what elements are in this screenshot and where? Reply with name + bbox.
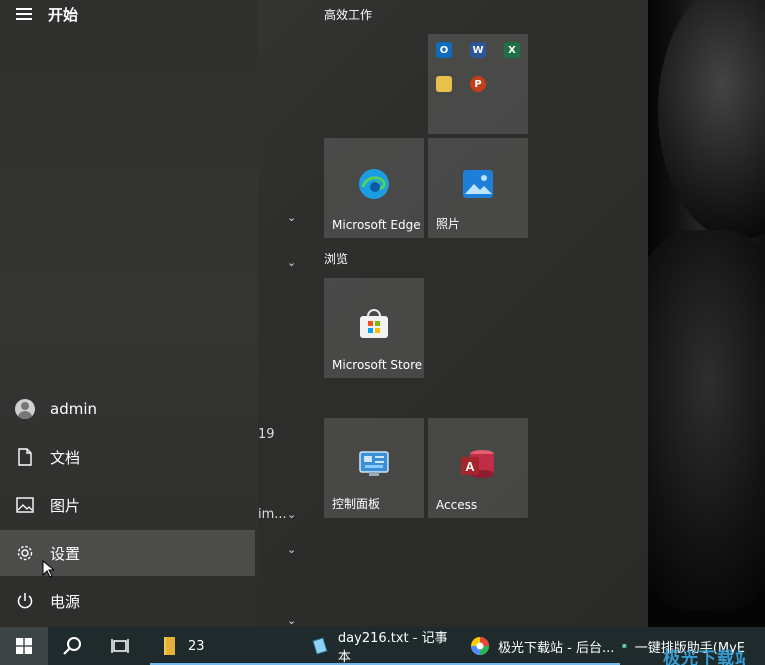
nav-power-label: 电源 bbox=[50, 592, 81, 611]
notepad-icon bbox=[312, 637, 328, 655]
windows-logo-icon bbox=[16, 638, 32, 654]
svg-text:A: A bbox=[465, 459, 475, 474]
tile-microsoft-edge[interactable]: Microsoft Edge bbox=[324, 138, 424, 238]
start-menu-header: 开始 bbox=[0, 0, 78, 28]
start-menu-nav-rail: 开始 admin 文档 图片 设置 电源 bbox=[0, 0, 258, 627]
nav-item-user[interactable]: admin bbox=[0, 386, 255, 432]
chevron-down-icon[interactable]: ⌄ bbox=[287, 614, 296, 627]
power-icon bbox=[0, 592, 50, 610]
tile-label: 照片 bbox=[436, 217, 461, 231]
chevron-down-icon[interactable]: ⌄ bbox=[287, 211, 296, 224]
outlook-icon: O bbox=[436, 42, 452, 58]
word-icon: W bbox=[470, 42, 486, 58]
tile-photos[interactable]: 照片 bbox=[428, 138, 528, 238]
nav-documents-label: 文档 bbox=[50, 448, 81, 467]
tile-office-folder[interactable]: O W X P bbox=[428, 34, 528, 134]
control-panel-icon bbox=[359, 451, 389, 481]
nav-item-power[interactable]: 电源 bbox=[0, 578, 255, 624]
powerpoint-icon: P bbox=[470, 76, 486, 92]
tile-label: Access bbox=[436, 498, 478, 512]
chevron-down-icon[interactable]: ⌄ bbox=[287, 543, 296, 556]
folder-icon bbox=[164, 637, 175, 655]
tile-label: Microsoft Store bbox=[332, 358, 423, 372]
watermark-text: 极光下载站 bbox=[663, 649, 745, 665]
tile-label: Microsoft Edge bbox=[332, 218, 421, 232]
taskbar-app-label: 23 bbox=[188, 638, 205, 654]
layout-assistant-icon bbox=[622, 643, 627, 649]
excel-icon: X bbox=[504, 42, 520, 58]
mouse-cursor-icon bbox=[42, 560, 54, 578]
search-icon bbox=[63, 637, 81, 655]
start-menu-title: 开始 bbox=[48, 5, 79, 24]
nav-settings-label: 设置 bbox=[50, 544, 81, 563]
taskbar-app-browser[interactable]: 极光下载站 - 后台... bbox=[460, 627, 620, 665]
task-view-icon bbox=[111, 639, 129, 653]
task-view-button[interactable] bbox=[96, 627, 144, 665]
tile-group-title: 高效工作 bbox=[324, 8, 373, 22]
tile-label: 控制面板 bbox=[332, 497, 381, 511]
search-button[interactable] bbox=[48, 627, 96, 665]
app-list-fragment: im... bbox=[258, 507, 287, 522]
access-icon: A bbox=[460, 448, 496, 484]
taskbar-app-notepad[interactable]: day216.txt - 记事本 bbox=[300, 627, 460, 665]
chevron-down-icon[interactable]: ⌄ bbox=[287, 508, 296, 521]
edge-icon bbox=[357, 167, 391, 205]
chevron-down-icon[interactable]: ⌄ bbox=[287, 256, 296, 269]
picture-icon bbox=[0, 497, 50, 513]
taskbar-app-label: day216.txt - 记事本 bbox=[337, 631, 448, 665]
tile-access[interactable]: A Access bbox=[428, 418, 528, 518]
nav-item-pictures[interactable]: 图片 bbox=[0, 482, 255, 528]
tile-group-title: 浏览 bbox=[324, 252, 349, 266]
store-icon bbox=[358, 308, 390, 344]
browser-icon bbox=[471, 637, 489, 655]
taskbar: 23 day216.txt - 记事本 极光下载站 - 后台... 一键排版助手… bbox=[0, 627, 765, 665]
tile-microsoft-store[interactable]: Microsoft Store bbox=[324, 278, 424, 378]
nav-item-settings[interactable]: 设置 bbox=[0, 530, 255, 578]
start-menu: 开始 admin 文档 图片 设置 电源 ⌄ ⌄ 19 im... ⌄ ⌄ ⌄ … bbox=[0, 0, 648, 627]
taskbar-app-explorer[interactable]: 23 bbox=[150, 627, 300, 665]
taskbar-app-label: 极光下载站 - 后台... bbox=[498, 640, 615, 656]
photos-icon bbox=[462, 169, 494, 203]
taskbar-app-layout-assistant[interactable]: 一键排版助手(MyE 极光下载站 bbox=[620, 627, 745, 665]
nav-item-documents[interactable]: 文档 bbox=[0, 434, 255, 480]
tile-control-panel[interactable]: 控制面板 bbox=[324, 418, 424, 518]
windows-start-button[interactable] bbox=[0, 627, 48, 665]
document-icon bbox=[0, 448, 50, 466]
nav-pictures-label: 图片 bbox=[50, 496, 81, 515]
hamburger-menu-icon[interactable] bbox=[0, 13, 48, 15]
avatar bbox=[15, 399, 35, 419]
nav-user-label: admin bbox=[50, 400, 97, 418]
app-list-fragment: 19 bbox=[258, 427, 275, 442]
desktop-wallpaper bbox=[648, 0, 765, 627]
file-explorer-icon bbox=[436, 76, 452, 92]
